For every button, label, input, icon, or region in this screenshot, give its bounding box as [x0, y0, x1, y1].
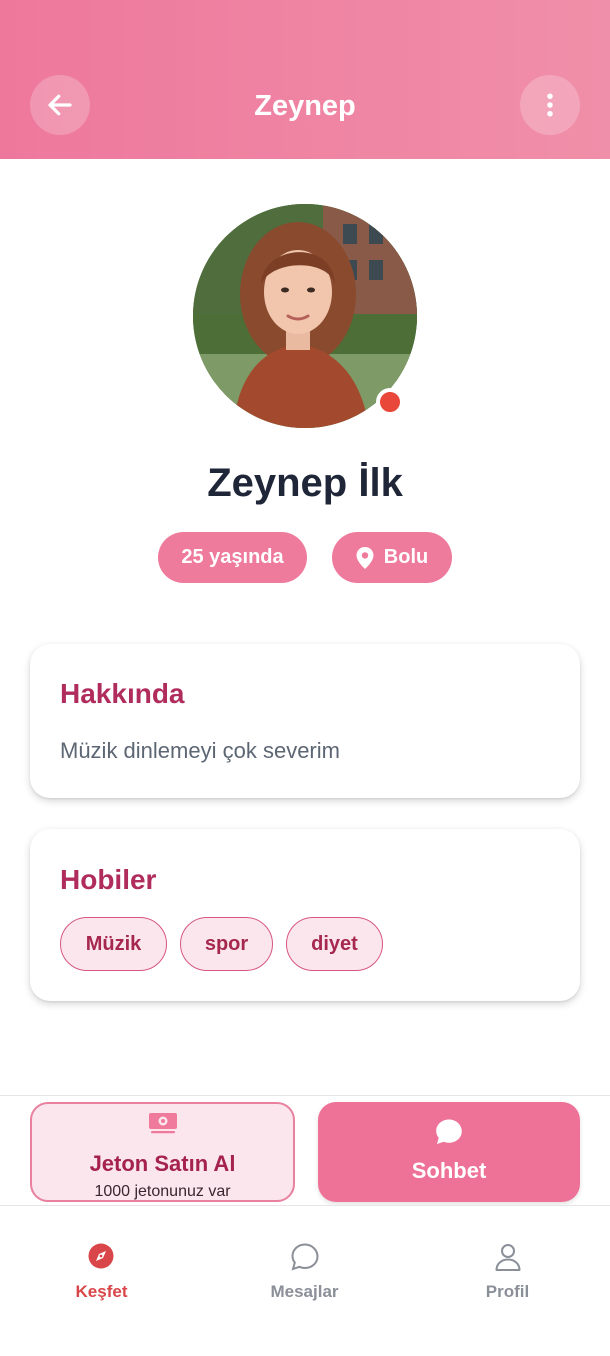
nav-label: Profil	[485, 1282, 530, 1301]
message-circle-icon	[291, 1243, 319, 1271]
cash-icon	[149, 1113, 177, 1134]
location-label: Bolu	[383, 546, 429, 568]
age-badge: 25 yaşında	[158, 532, 307, 583]
online-status-dot	[376, 388, 404, 416]
action-bar: Jeton Satın Al 1000 jetonunuz var Sohbet	[0, 1095, 610, 1205]
nav-label: Keşfet	[75, 1282, 128, 1301]
more-options-button[interactable]	[520, 75, 580, 135]
chat-button[interactable]: Sohbet	[318, 1102, 580, 1202]
about-title: Hakkında	[60, 678, 185, 709]
hobbies-card: Hobiler Müzik spor diyet	[30, 829, 580, 1001]
buy-coins-button[interactable]: Jeton Satın Al 1000 jetonunuz var	[30, 1102, 295, 1202]
hobby-chip[interactable]: spor	[180, 917, 273, 971]
hobbies-title: Hobiler	[60, 864, 157, 895]
header-title: Zeynep	[254, 90, 356, 122]
buy-coins-label: Jeton Satın Al	[89, 1151, 236, 1176]
chat-button-label: Sohbet	[411, 1158, 487, 1183]
user-icon	[495, 1244, 521, 1271]
map-pin-icon	[356, 546, 374, 569]
location-badge: Bolu	[332, 532, 452, 583]
nav-item-discover[interactable]: Keşfet	[0, 1206, 203, 1316]
nav-item-messages[interactable]: Mesajlar	[203, 1206, 406, 1316]
bottom-navigation: Keşfet Mesajlar Profil	[0, 1205, 610, 1356]
nav-label: Mesajlar	[270, 1282, 339, 1301]
chat-bubble-icon	[436, 1119, 462, 1144]
age-label: 25 yaşında	[181, 546, 284, 568]
hobby-chip[interactable]: diyet	[286, 917, 383, 971]
coin-balance-label: 1000 jetonunuz var	[94, 1183, 231, 1200]
about-text: Müzik dinlemeyi çok severim	[60, 738, 340, 763]
compass-icon	[88, 1243, 114, 1269]
about-card: Hakkında Müzik dinlemeyi çok severim	[30, 644, 580, 798]
app-header: Zeynep	[0, 0, 610, 159]
hobby-chip[interactable]: Müzik	[60, 917, 167, 971]
nav-item-profile[interactable]: Profil	[406, 1206, 609, 1316]
profile-name: Zeynep İlk	[207, 461, 403, 505]
more-vertical-icon	[547, 93, 553, 117]
